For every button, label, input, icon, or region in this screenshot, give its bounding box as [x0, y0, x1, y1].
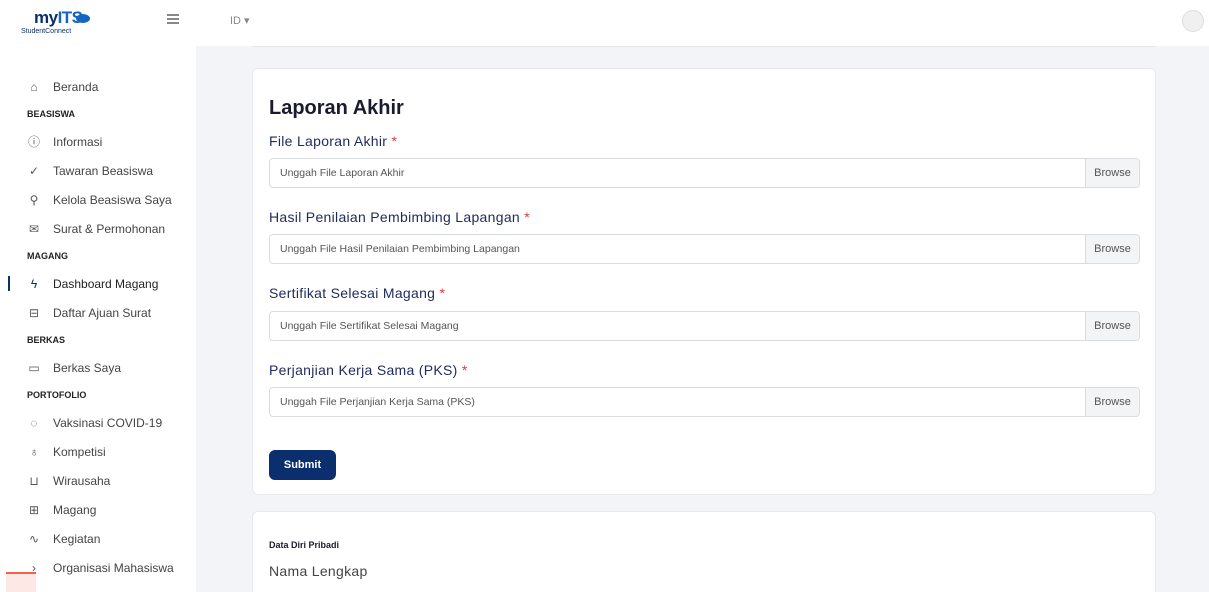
page-title: Laporan Akhir: [269, 97, 404, 119]
file-input-placeholder: Unggah File Hasil Penilaian Pembimbing L…: [280, 243, 520, 255]
file-input-placeholder: Unggah File Perjanjian Kerja Sama (PKS): [280, 396, 475, 408]
sidebar-item-label: Daftar Ajuan Surat: [53, 305, 152, 320]
sidebar-item-label: Berkas Saya: [53, 360, 122, 375]
mail-icon: ✉: [28, 221, 40, 236]
language-selector[interactable]: ID ▾: [230, 14, 250, 27]
sidebar-item-magang[interactable]: ⊞ Magang: [0, 495, 196, 524]
submit-button[interactable]: Submit: [269, 450, 336, 480]
pks-file-input[interactable]: Unggah File Perjanjian Kerja Sama (PKS) …: [269, 387, 1140, 417]
sidebar-item-label: Magang: [53, 502, 97, 517]
sidebar-item-label: Wirausaha: [53, 473, 111, 488]
top-bar: ID ▾: [196, 0, 1209, 46]
file-input-placeholder: Unggah File Laporan Akhir: [280, 167, 405, 179]
full-name-label: Nama Lengkap: [269, 563, 368, 579]
sidebar-item-informasi[interactable]: ⓘ Informasi: [0, 127, 196, 156]
activity-icon: ∿: [28, 531, 40, 546]
browse-button[interactable]: Browse: [1085, 388, 1139, 416]
droplet-icon: ◌: [30, 415, 38, 430]
browse-button[interactable]: Browse: [1085, 159, 1139, 187]
avatar[interactable]: [1182, 10, 1204, 32]
user-icon: ⚲: [29, 192, 39, 207]
logo-tagline: StudentConnect: [21, 28, 72, 35]
sidebar-item-kompetisi[interactable]: ♁ Kompetisi: [0, 437, 196, 466]
browse-button[interactable]: Browse: [1085, 235, 1139, 263]
sidebar-nav: ⌂ Beranda BEASISWA ⓘ Informasi ✓ Tawaran Beasi…: [0, 72, 196, 582]
nav-section-heading: PORTOFOLIO: [27, 390, 87, 400]
hamburger-menu-icon[interactable]: [167, 14, 179, 24]
final-report-card: Laporan Akhir File Laporan Akhir * Ungga…: [252, 68, 1156, 495]
sidebar-item-wirausaha[interactable]: ⊔ Wirausaha: [0, 466, 196, 495]
final-report-file-input[interactable]: Unggah File Laporan Akhir Browse: [269, 158, 1140, 188]
sidebar-item-label: Kompetisi: [53, 444, 106, 459]
nav-section-heading: BEASISWA: [27, 109, 76, 119]
sidebar-item-kelola-beasiswa-saya[interactable]: ⚲ Kelola Beasiswa Saya: [0, 185, 196, 214]
file-input-placeholder: Unggah File Sertifikat Selesai Magang: [280, 320, 459, 332]
sidebar-item-label: Kegiatan: [53, 531, 101, 546]
inbox-icon: ⊟: [28, 305, 40, 320]
cart-icon: ⊔: [29, 473, 39, 488]
building-icon: ⊞: [28, 502, 40, 517]
sidebar-item-label: Organisasi Mahasiswa: [53, 560, 174, 575]
sidebar-item-beranda[interactable]: ⌂ Beranda: [0, 72, 196, 101]
sidebar-item-vaksinasi-covid-19[interactable]: ◌ Vaksinasi COVID-19: [0, 408, 196, 437]
sidebar: myITS StudentConnect ⌂ Beranda BEASISWA ⓘ In…: [0, 0, 196, 592]
nav-section-heading: MAGANG: [27, 251, 68, 261]
field-label-final-report: File Laporan Akhir *: [269, 133, 398, 149]
browse-button[interactable]: Browse: [1085, 312, 1139, 340]
field-label-supervisor-assessment: Hasil Penilaian Pembimbing Lapangan *: [269, 209, 530, 225]
sidebar-item-surat-permohonan[interactable]: ✉ Surat & Permohonan: [0, 214, 196, 243]
sidebar-item-label: Dashboard Magang: [53, 276, 159, 291]
sidebar-item-label: Informasi: [53, 134, 103, 149]
certificate-file-input[interactable]: Unggah File Sertifikat Selesai Magang Br…: [269, 311, 1140, 341]
divider: [252, 46, 1156, 47]
sidebar-item-label: Tawaran Beasiswa: [53, 163, 154, 178]
field-label-certificate: Sertifikat Selesai Magang *: [269, 285, 446, 301]
info-icon: ⓘ: [27, 135, 40, 149]
laravel-debugbar-icon[interactable]: [6, 572, 36, 592]
sidebar-item-label: Beranda: [53, 79, 99, 94]
sidebar-item-label: Kelola Beasiswa Saya: [53, 192, 172, 207]
nav-section-heading: BERKAS: [27, 335, 66, 345]
check-circle-icon: ✓: [28, 163, 40, 178]
personal-data-card: Data Diri Pribadi Nama Lengkap: [252, 511, 1156, 592]
sidebar-item-kegiatan[interactable]: ∿ Kegiatan: [0, 524, 196, 553]
sidebar-item-dashboard-magang[interactable]: ϟ Dashboard Magang: [0, 269, 196, 298]
sidebar-item-label: Surat & Permohonan: [53, 221, 166, 236]
supervisor-assessment-file-input[interactable]: Unggah File Hasil Penilaian Pembimbing L…: [269, 234, 1140, 264]
myits-logo[interactable]: myITS StudentConnect: [20, 8, 100, 38]
award-icon: ♁: [29, 444, 39, 459]
folder-icon: ▭: [28, 360, 40, 375]
lightning-icon: ϟ: [30, 276, 38, 291]
sidebar-item-daftar-ajuan-surat[interactable]: ⊟ Daftar Ajuan Surat: [0, 298, 196, 327]
home-icon: ⌂: [30, 79, 38, 94]
section-heading: Data Diri Pribadi: [269, 540, 340, 550]
field-label-pks: Perjanjian Kerja Sama (PKS) *: [269, 362, 468, 378]
sidebar-item-label: Vaksinasi COVID-19: [53, 415, 163, 430]
logo-swoosh-icon: [76, 14, 90, 23]
sidebar-item-tawaran-beasiswa[interactable]: ✓ Tawaran Beasiswa: [0, 156, 196, 185]
sidebar-item-berkas-saya[interactable]: ▭ Berkas Saya: [0, 353, 196, 382]
